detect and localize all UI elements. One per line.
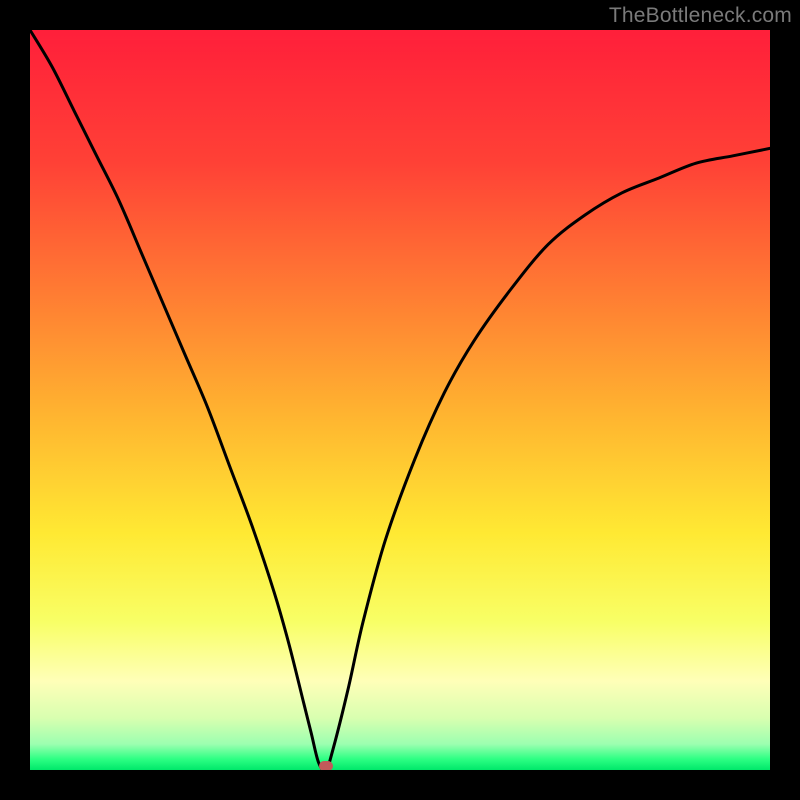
plot-area [30, 30, 770, 770]
chart-frame: TheBottleneck.com [0, 0, 800, 800]
optimum-marker-icon [319, 761, 333, 770]
background-gradient [30, 30, 770, 770]
watermark-text: TheBottleneck.com [609, 4, 792, 28]
